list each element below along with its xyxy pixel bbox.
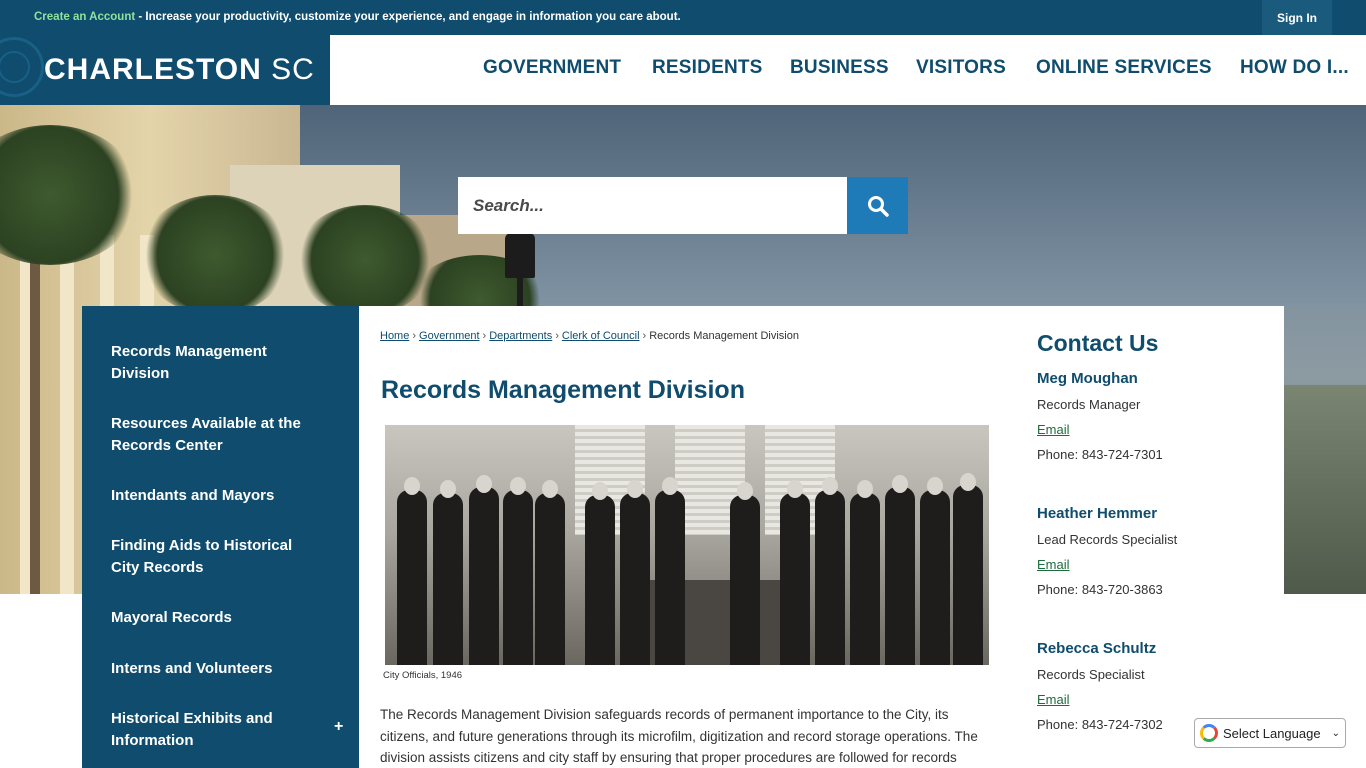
contact-email-link[interactable]: Email [1037,692,1257,708]
street-lamp [505,233,535,278]
contact-role: Records Specialist [1037,667,1145,682]
hero-right-scene [1284,385,1366,594]
sign-in-button[interactable]: Sign In [1262,0,1332,35]
contact-card: Heather Hemmer Lead Records Specialist E… [1037,505,1257,598]
nav-business[interactable]: BUSINESS [790,57,889,79]
account-promo: Create an Account - Increase your produc… [34,11,681,23]
search-input[interactable] [458,177,847,234]
account-promo-text: - Increase your productivity, customize … [135,11,681,23]
contact-role: Lead Records Specialist [1037,532,1178,547]
expand-icon[interactable]: + [334,718,343,736]
contact-name: Meg Moughan [1037,370,1138,387]
sidebar-item-resources[interactable]: Resources Available at the Records Cente… [111,413,321,457]
search-box [458,177,847,234]
site-header: CHARLESTON SC GOVERNMENT RESIDENTS BUSIN… [0,35,1366,105]
search-button[interactable] [847,177,908,234]
search-icon [867,195,889,217]
nav-residents[interactable]: RESIDENTS [652,57,763,79]
nav-government[interactable]: GOVERNMENT [483,57,621,79]
contact-role: Records Manager [1037,397,1141,412]
sidebar-item-mayoral-records[interactable]: Mayoral Records [111,607,321,629]
contact-email-link[interactable]: Email [1037,557,1257,573]
chevron-down-icon: ⌄ [1331,728,1340,739]
main-nav: GOVERNMENT RESIDENTS BUSINESS VISITORS O… [0,57,1366,87]
palm-tree [140,195,290,315]
breadcrumb-government[interactable]: Government [419,330,480,342]
intro-paragraph: The Records Management Division safeguar… [380,707,978,765]
contact-phone: Phone: 843-720-3863 [1037,582,1163,597]
sidebar-item-interns-volunteers[interactable]: Interns and Volunteers [111,658,321,680]
language-select[interactable]: Select Language ⌄ [1194,718,1346,748]
contact-email-link[interactable]: Email [1037,422,1257,438]
city-officials-photo[interactable] [385,425,989,665]
contact-card: Meg Moughan Records Manager Email Phone:… [1037,370,1257,463]
contact-name: Rebecca Schultz [1037,640,1157,657]
breadcrumb-departments[interactable]: Departments [489,330,552,342]
sidebar-item-records-management[interactable]: Records Management Division [111,341,321,385]
language-select-label: Select Language [1223,725,1321,741]
breadcrumb-current: Records Management Division [649,330,799,342]
sidebar-item-finding-aids[interactable]: Finding Aids to Historical City Records [111,535,321,579]
sidebar-nav: Records Management Division Resources Av… [82,306,359,768]
main-content: Home › Government › Departments › Clerk of Cou… [359,306,1284,768]
nav-how-do-i[interactable]: HOW DO I... [1240,57,1349,79]
contact-name: Heather Hemmer [1037,505,1158,522]
top-bar: Create an Account - Increase your produc… [0,0,1366,35]
photo-caption: City Officials, 1946 [383,670,463,681]
nav-visitors[interactable]: VISITORS [916,57,1006,79]
breadcrumb-clerk-of-council[interactable]: Clerk of Council [562,330,640,342]
contact-us-heading: Contact Us [1037,330,1159,356]
nav-online-services[interactable]: ONLINE SERVICES [1036,57,1212,79]
sidebar-item-historical-exhibits[interactable]: Historical Exhibits and Information [111,708,321,752]
google-icon [1200,724,1218,742]
create-account-link[interactable]: Create an Account [34,11,135,23]
page-title: Records Management Division [381,376,745,404]
breadcrumb: Home › Government › Departments › Clerk of Cou… [380,330,799,342]
breadcrumb-home[interactable]: Home [380,330,409,342]
contact-phone: Phone: 843-724-7301 [1037,447,1163,462]
sidebar-item-intendants-mayors[interactable]: Intendants and Mayors [111,485,321,507]
